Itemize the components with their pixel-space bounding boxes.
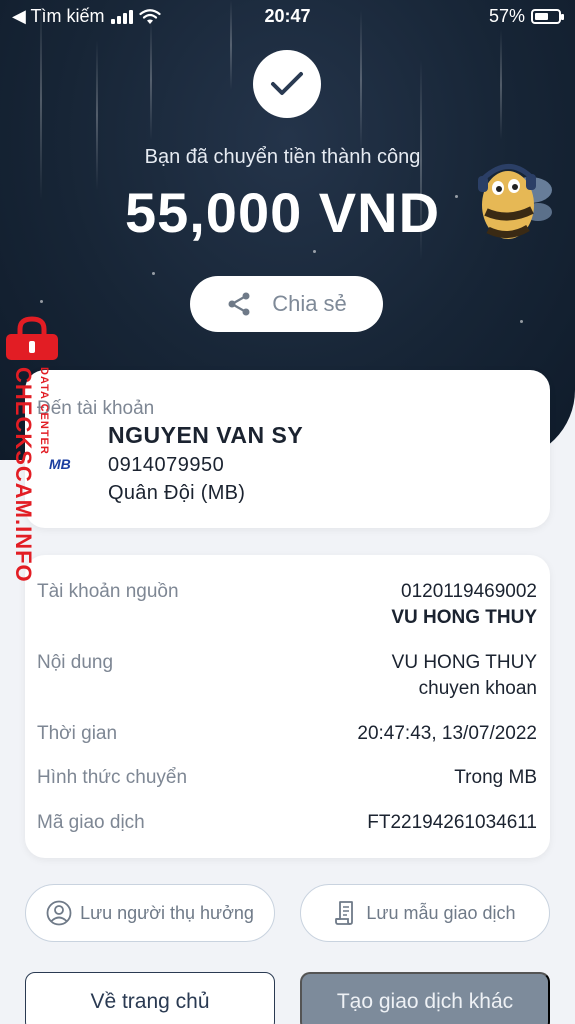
decor-dot bbox=[520, 320, 523, 323]
transaction-details-card: Tài khoản nguồn 0120119469002 VU HONG TH… bbox=[25, 555, 550, 858]
decor-dot bbox=[152, 272, 155, 275]
decor-dot bbox=[313, 250, 316, 253]
status-bar: ◀ Tìm kiếm 20:47 57% bbox=[0, 0, 575, 34]
recipient-account-number: 0914079950 bbox=[108, 454, 225, 476]
method-value: Trong MB bbox=[454, 767, 537, 788]
share-icon bbox=[228, 292, 250, 316]
transaction-id-value: FT22194261034611 bbox=[367, 812, 537, 833]
bee-mascot-icon bbox=[478, 164, 552, 239]
watermark-text: CHECKSCAM.INFO bbox=[11, 367, 36, 583]
save-recipient-label: Lưu người thụ hưởng bbox=[80, 902, 254, 923]
checkscam-watermark: CHECKSCAM.INFO DATA CENTER bbox=[2, 312, 62, 592]
recipient-bank-name: Quân Đội (MB) bbox=[108, 482, 246, 504]
save-template-button[interactable]: Lưu mẫu giao dịch bbox=[300, 884, 550, 942]
share-button[interactable]: Chia sẻ bbox=[190, 276, 383, 332]
source-account-number: 0120119469002 bbox=[401, 581, 537, 602]
decor-streak bbox=[500, 30, 502, 140]
time-label: Thời gian bbox=[37, 723, 118, 744]
user-circle-icon bbox=[46, 900, 72, 926]
decor-streak bbox=[150, 20, 152, 140]
save-template-label: Lưu mẫu giao dịch bbox=[366, 902, 516, 923]
content-line-2: chuyen khoan bbox=[418, 678, 537, 699]
time-value: 20:47:43, 13/07/2022 bbox=[357, 723, 537, 744]
content-label: Nội dung bbox=[37, 652, 114, 673]
recipient-name: NGUYEN VAN SY bbox=[108, 422, 304, 448]
transaction-id-label: Mã giao dịch bbox=[37, 812, 145, 833]
battery-percent: 57% bbox=[488, 6, 525, 26]
method-label: Hình thức chuyển bbox=[37, 767, 188, 788]
battery-fill bbox=[535, 13, 548, 20]
source-account-owner: VU HONG THUY bbox=[391, 607, 537, 628]
destination-card: Đến tài khoản MB NGUYEN VAN SY 091407995… bbox=[25, 370, 550, 528]
lock-icon bbox=[6, 316, 58, 360]
watermark-subtext: DATA CENTER bbox=[38, 367, 50, 455]
document-icon bbox=[335, 901, 354, 925]
save-recipient-button[interactable]: Lưu người thụ hưởng bbox=[25, 884, 275, 942]
home-button[interactable]: Về trang chủ bbox=[25, 972, 275, 1024]
decor-dot bbox=[40, 300, 43, 303]
success-check-icon bbox=[253, 50, 321, 118]
content-line-1: VU HONG THUY bbox=[391, 652, 537, 673]
share-button-label: Chia sẻ bbox=[272, 291, 347, 316]
battery-icon bbox=[531, 9, 564, 24]
new-transaction-button[interactable]: Tạo giao dịch khác bbox=[300, 972, 550, 1024]
